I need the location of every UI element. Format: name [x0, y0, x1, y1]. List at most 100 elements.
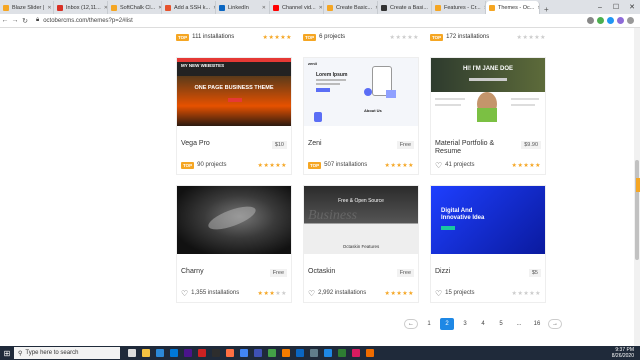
- theme-thumbnail[interactable]: Free & Open Source Business Octaskin Fea…: [304, 186, 418, 254]
- theme-thumbnail[interactable]: HI! I'M JANE DOE: [431, 58, 545, 126]
- menu-icon[interactable]: [627, 17, 634, 24]
- theme-thumbnail[interactable]: MY NEW WEBSITES ONE PAGE BUSINESS THEME: [177, 58, 291, 126]
- page-number-button[interactable]: 2: [440, 318, 454, 330]
- theme-thumbnail[interactable]: [177, 186, 291, 254]
- rating: ★★★★★: [258, 290, 287, 297]
- extension-icon[interactable]: [597, 17, 604, 24]
- forward-icon[interactable]: →: [10, 17, 20, 24]
- chrome-icon[interactable]: [240, 349, 248, 357]
- thumb-text: Innovative Idea: [441, 215, 485, 221]
- windows-start-icon[interactable]: ⊞: [0, 346, 14, 360]
- theme-card-footer: TOP 111 installations ★★★★★: [176, 28, 292, 46]
- app-icon[interactable]: [352, 349, 360, 357]
- theme-card[interactable]: Charny Free ♡ 1,355 installations ★★★★★: [176, 185, 292, 303]
- theme-thumbnail[interactable]: zenii Lorem Ipsum About Us: [304, 58, 418, 126]
- browser-tab[interactable]: Add a SSH k...✕: [162, 1, 216, 14]
- top-badge: TOP: [181, 161, 195, 169]
- window-controls: – ☐ ✕: [592, 0, 640, 14]
- theme-title[interactable]: Material Portfolio & Resume: [435, 140, 515, 156]
- app-icon[interactable]: [310, 349, 318, 357]
- app-icon[interactable]: [254, 349, 262, 357]
- close-tab-icon[interactable]: ✕: [262, 5, 266, 11]
- page-scrollbar[interactable]: [634, 28, 640, 346]
- feedback-tab[interactable]: [636, 178, 640, 192]
- thumb-text: MY NEW WEBSITES: [181, 63, 225, 68]
- browser-tab[interactable]: Create Basic...✕: [324, 1, 378, 14]
- tab-title: Channel vid...: [282, 4, 316, 11]
- thumb-text: Octaskin Features: [342, 244, 380, 249]
- favicon-icon: [57, 4, 63, 11]
- browser-tab[interactable]: Blaze Slider | ✕: [0, 1, 54, 14]
- theme-card[interactable]: HI! I'M JANE DOE Material Portfolio & Re…: [430, 57, 546, 175]
- browser-tab[interactable]: SoftChalk Cl... ✕: [108, 1, 162, 14]
- heart-icon[interactable]: ♡: [435, 161, 442, 170]
- theme-stat: 41 projects: [445, 162, 475, 168]
- back-icon[interactable]: ←: [0, 17, 10, 24]
- file-explorer-icon[interactable]: [142, 349, 150, 357]
- new-tab-button[interactable]: +: [540, 5, 553, 14]
- theme-title[interactable]: Dizzi: [435, 268, 515, 276]
- app-icon[interactable]: [212, 349, 220, 357]
- close-tab-icon[interactable]: ✕: [47, 5, 51, 11]
- theme-title[interactable]: Charny: [181, 268, 261, 276]
- heart-icon[interactable]: ♡: [181, 289, 188, 298]
- browser-tab-strip: Blaze Slider | ✕ Inbox (12,11... ✕ SoftChalk…: [0, 0, 640, 14]
- tab-list: Blaze Slider | ✕ Inbox (12,11... ✕ SoftChalk…: [0, 1, 540, 14]
- taskbar-search[interactable]: ⚲ Type here to search: [14, 347, 120, 359]
- theme-title[interactable]: Zeni: [308, 140, 388, 148]
- page-number-button[interactable]: 5: [494, 318, 508, 330]
- prev-page-button[interactable]: ←: [404, 319, 418, 329]
- scrollbar-thumb[interactable]: [635, 160, 639, 260]
- theme-title[interactable]: Vega Pro: [181, 140, 261, 148]
- theme-thumbnail[interactable]: Digital And Innovative Idea: [431, 186, 545, 254]
- url-field[interactable]: 🔒︎ octobercms.com/themes?p=2#list: [36, 17, 587, 24]
- browser-tab[interactable]: Themes - Oc...✕: [486, 1, 540, 14]
- star-icon: ★: [281, 162, 287, 169]
- system-clock[interactable]: 9:37 PM 8/26/2020: [612, 347, 640, 359]
- star-icon: ★: [408, 162, 414, 169]
- maximize-icon[interactable]: ☐: [608, 3, 624, 11]
- vscode-icon[interactable]: [296, 349, 304, 357]
- app-icon[interactable]: [184, 349, 192, 357]
- browser-tab[interactable]: Features - Cr...✕: [432, 1, 486, 14]
- theme-title[interactable]: Octaskin: [308, 268, 388, 276]
- theme-price: $5: [528, 269, 541, 277]
- browser-tab[interactable]: Channel vid... ✕: [270, 1, 324, 14]
- close-icon[interactable]: ✕: [624, 3, 640, 11]
- app-icon[interactable]: [366, 349, 374, 357]
- theme-card[interactable]: Digital And Innovative Idea Dizzi $5 ♡ 1…: [430, 185, 546, 303]
- mail-icon[interactable]: [156, 349, 164, 357]
- profile-avatar[interactable]: [617, 17, 624, 24]
- app-icon[interactable]: [268, 349, 276, 357]
- store-icon[interactable]: [170, 349, 178, 357]
- browser-tab[interactable]: Create a Basi...✕: [378, 1, 432, 14]
- favicon-icon: [489, 4, 495, 11]
- heart-icon[interactable]: ♡: [435, 289, 442, 298]
- firefox-icon[interactable]: [226, 349, 234, 357]
- close-tab-icon[interactable]: ✕: [319, 5, 323, 11]
- theme-card[interactable]: Free & Open Source Business Octaskin Fea…: [303, 185, 419, 303]
- app-icon[interactable]: [282, 349, 290, 357]
- browser-tab[interactable]: Inbox (12,11... ✕: [54, 1, 108, 14]
- next-page-button[interactable]: →: [548, 319, 562, 329]
- extension-icon[interactable]: [587, 17, 594, 24]
- task-view-icon[interactable]: [128, 349, 136, 357]
- page-number-button[interactable]: 3: [458, 318, 472, 330]
- heart-icon[interactable]: ♡: [308, 289, 315, 298]
- minimize-icon[interactable]: –: [592, 4, 608, 11]
- reload-icon[interactable]: ↻: [20, 17, 30, 25]
- page-number-button[interactable]: 4: [476, 318, 490, 330]
- page-number-button[interactable]: 16: [530, 318, 544, 330]
- top-badge: TOP: [430, 33, 444, 41]
- browser-tab[interactable]: LinkedIn ✕: [216, 1, 270, 14]
- app-icon[interactable]: [198, 349, 206, 357]
- theme-card[interactable]: zenii Lorem Ipsum About Us Zeni Free TOP…: [303, 57, 419, 175]
- terminal-icon[interactable]: [338, 349, 346, 357]
- app-icon[interactable]: [324, 349, 332, 357]
- theme-card-footer: TOP 90 projects ★★★★★: [181, 160, 287, 170]
- page-number-button[interactable]: 1: [422, 318, 436, 330]
- theme-card[interactable]: MY NEW WEBSITES ONE PAGE BUSINESS THEME …: [176, 57, 292, 175]
- extension-icon[interactable]: [607, 17, 614, 24]
- rating: ★★★★★: [263, 34, 292, 41]
- rating: ★★★★★: [512, 290, 541, 297]
